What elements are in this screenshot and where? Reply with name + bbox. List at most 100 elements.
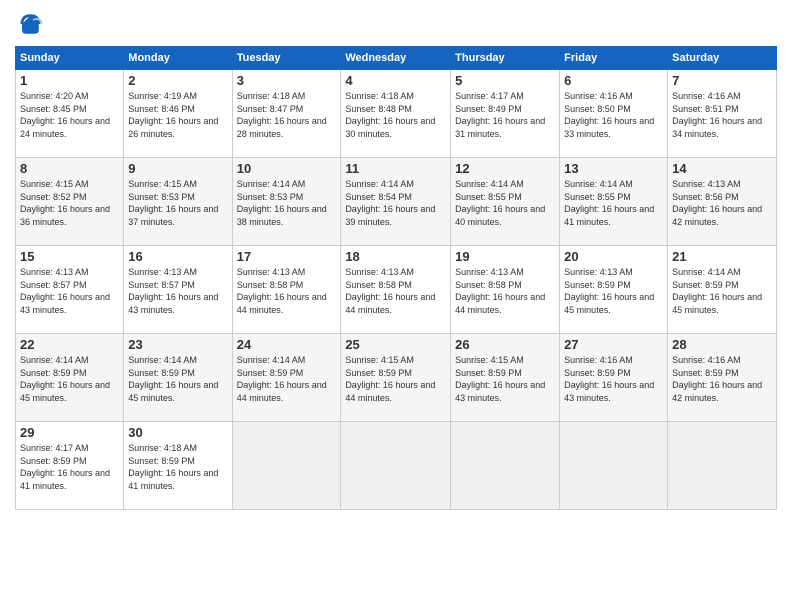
calendar-cell [668,422,777,510]
calendar-cell: 15 Sunrise: 4:13 AM Sunset: 8:57 PM Dayl… [16,246,124,334]
day-number: 5 [455,73,555,88]
day-number: 27 [564,337,663,352]
col-thursday: Thursday [451,47,560,70]
calendar-cell: 17 Sunrise: 4:13 AM Sunset: 8:58 PM Dayl… [232,246,341,334]
calendar-row: 15 Sunrise: 4:13 AM Sunset: 8:57 PM Dayl… [16,246,777,334]
day-number: 25 [345,337,446,352]
calendar-cell: 16 Sunrise: 4:13 AM Sunset: 8:57 PM Dayl… [124,246,232,334]
day-info: Sunrise: 4:14 AM Sunset: 8:59 PM Dayligh… [128,354,227,404]
col-friday: Friday [560,47,668,70]
day-info: Sunrise: 4:15 AM Sunset: 8:52 PM Dayligh… [20,178,119,228]
calendar-cell [232,422,341,510]
calendar-cell: 19 Sunrise: 4:13 AM Sunset: 8:58 PM Dayl… [451,246,560,334]
day-info: Sunrise: 4:15 AM Sunset: 8:59 PM Dayligh… [345,354,446,404]
calendar-cell: 23 Sunrise: 4:14 AM Sunset: 8:59 PM Dayl… [124,334,232,422]
calendar-cell: 21 Sunrise: 4:14 AM Sunset: 8:59 PM Dayl… [668,246,777,334]
day-info: Sunrise: 4:17 AM Sunset: 8:59 PM Dayligh… [20,442,119,492]
calendar-cell: 22 Sunrise: 4:14 AM Sunset: 8:59 PM Dayl… [16,334,124,422]
calendar-row: 1 Sunrise: 4:20 AM Sunset: 8:45 PM Dayli… [16,70,777,158]
calendar-table: Sunday Monday Tuesday Wednesday Thursday… [15,46,777,510]
day-number: 4 [345,73,446,88]
day-number: 30 [128,425,227,440]
day-number: 21 [672,249,772,264]
day-number: 10 [237,161,337,176]
day-info: Sunrise: 4:14 AM Sunset: 8:59 PM Dayligh… [20,354,119,404]
calendar-cell: 11 Sunrise: 4:14 AM Sunset: 8:54 PM Dayl… [341,158,451,246]
day-number: 17 [237,249,337,264]
col-monday: Monday [124,47,232,70]
calendar-cell: 27 Sunrise: 4:16 AM Sunset: 8:59 PM Dayl… [560,334,668,422]
calendar-cell: 12 Sunrise: 4:14 AM Sunset: 8:55 PM Dayl… [451,158,560,246]
day-info: Sunrise: 4:13 AM Sunset: 8:58 PM Dayligh… [455,266,555,316]
day-number: 2 [128,73,227,88]
calendar-cell [560,422,668,510]
day-info: Sunrise: 4:14 AM Sunset: 8:55 PM Dayligh… [564,178,663,228]
col-wednesday: Wednesday [341,47,451,70]
calendar-header: Sunday Monday Tuesday Wednesday Thursday… [16,47,777,70]
calendar-cell: 9 Sunrise: 4:15 AM Sunset: 8:53 PM Dayli… [124,158,232,246]
day-info: Sunrise: 4:14 AM Sunset: 8:55 PM Dayligh… [455,178,555,228]
col-sunday: Sunday [16,47,124,70]
day-info: Sunrise: 4:13 AM Sunset: 8:57 PM Dayligh… [20,266,119,316]
calendar-cell: 2 Sunrise: 4:19 AM Sunset: 8:46 PM Dayli… [124,70,232,158]
day-number: 7 [672,73,772,88]
col-tuesday: Tuesday [232,47,341,70]
day-info: Sunrise: 4:18 AM Sunset: 8:48 PM Dayligh… [345,90,446,140]
calendar-cell: 13 Sunrise: 4:14 AM Sunset: 8:55 PM Dayl… [560,158,668,246]
day-info: Sunrise: 4:19 AM Sunset: 8:46 PM Dayligh… [128,90,227,140]
day-info: Sunrise: 4:13 AM Sunset: 8:57 PM Dayligh… [128,266,227,316]
day-info: Sunrise: 4:15 AM Sunset: 8:53 PM Dayligh… [128,178,227,228]
day-info: Sunrise: 4:16 AM Sunset: 8:51 PM Dayligh… [672,90,772,140]
day-number: 6 [564,73,663,88]
day-number: 1 [20,73,119,88]
day-number: 29 [20,425,119,440]
calendar-row: 22 Sunrise: 4:14 AM Sunset: 8:59 PM Dayl… [16,334,777,422]
day-number: 13 [564,161,663,176]
day-number: 8 [20,161,119,176]
day-info: Sunrise: 4:20 AM Sunset: 8:45 PM Dayligh… [20,90,119,140]
calendar-row: 29 Sunrise: 4:17 AM Sunset: 8:59 PM Dayl… [16,422,777,510]
calendar-cell: 26 Sunrise: 4:15 AM Sunset: 8:59 PM Dayl… [451,334,560,422]
calendar-cell: 29 Sunrise: 4:17 AM Sunset: 8:59 PM Dayl… [16,422,124,510]
day-number: 22 [20,337,119,352]
day-number: 26 [455,337,555,352]
calendar-cell: 10 Sunrise: 4:14 AM Sunset: 8:53 PM Dayl… [232,158,341,246]
day-info: Sunrise: 4:16 AM Sunset: 8:59 PM Dayligh… [672,354,772,404]
calendar-cell: 7 Sunrise: 4:16 AM Sunset: 8:51 PM Dayli… [668,70,777,158]
day-number: 23 [128,337,227,352]
calendar-row: 8 Sunrise: 4:15 AM Sunset: 8:52 PM Dayli… [16,158,777,246]
logo [15,10,47,38]
day-info: Sunrise: 4:13 AM Sunset: 8:58 PM Dayligh… [345,266,446,316]
calendar-cell [341,422,451,510]
day-number: 28 [672,337,772,352]
calendar-cell: 8 Sunrise: 4:15 AM Sunset: 8:52 PM Dayli… [16,158,124,246]
day-info: Sunrise: 4:14 AM Sunset: 8:53 PM Dayligh… [237,178,337,228]
day-number: 3 [237,73,337,88]
day-info: Sunrise: 4:15 AM Sunset: 8:59 PM Dayligh… [455,354,555,404]
day-number: 24 [237,337,337,352]
day-info: Sunrise: 4:13 AM Sunset: 8:56 PM Dayligh… [672,178,772,228]
col-saturday: Saturday [668,47,777,70]
day-info: Sunrise: 4:13 AM Sunset: 8:59 PM Dayligh… [564,266,663,316]
calendar-cell [451,422,560,510]
page: Sunday Monday Tuesday Wednesday Thursday… [0,0,792,612]
calendar-cell: 24 Sunrise: 4:14 AM Sunset: 8:59 PM Dayl… [232,334,341,422]
day-info: Sunrise: 4:14 AM Sunset: 8:59 PM Dayligh… [672,266,772,316]
day-info: Sunrise: 4:13 AM Sunset: 8:58 PM Dayligh… [237,266,337,316]
header-row: Sunday Monday Tuesday Wednesday Thursday… [16,47,777,70]
day-info: Sunrise: 4:16 AM Sunset: 8:59 PM Dayligh… [564,354,663,404]
day-number: 20 [564,249,663,264]
calendar-cell: 18 Sunrise: 4:13 AM Sunset: 8:58 PM Dayl… [341,246,451,334]
day-number: 14 [672,161,772,176]
day-number: 16 [128,249,227,264]
day-info: Sunrise: 4:14 AM Sunset: 8:54 PM Dayligh… [345,178,446,228]
day-info: Sunrise: 4:18 AM Sunset: 8:47 PM Dayligh… [237,90,337,140]
calendar-cell: 1 Sunrise: 4:20 AM Sunset: 8:45 PM Dayli… [16,70,124,158]
day-number: 12 [455,161,555,176]
calendar-cell: 20 Sunrise: 4:13 AM Sunset: 8:59 PM Dayl… [560,246,668,334]
day-info: Sunrise: 4:17 AM Sunset: 8:49 PM Dayligh… [455,90,555,140]
calendar-cell: 5 Sunrise: 4:17 AM Sunset: 8:49 PM Dayli… [451,70,560,158]
day-info: Sunrise: 4:18 AM Sunset: 8:59 PM Dayligh… [128,442,227,492]
calendar-cell: 6 Sunrise: 4:16 AM Sunset: 8:50 PM Dayli… [560,70,668,158]
calendar-cell: 28 Sunrise: 4:16 AM Sunset: 8:59 PM Dayl… [668,334,777,422]
